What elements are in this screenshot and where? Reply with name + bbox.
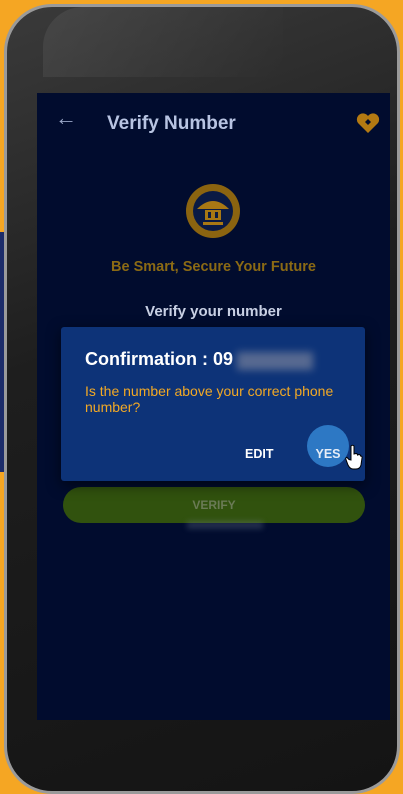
verify-button[interactable]: VERIFY	[63, 487, 365, 523]
dialog-title: Confirmation : 09	[85, 349, 234, 369]
dialog-title-row: Confirmation : 09	[85, 349, 314, 371]
dialog-message: Is the number above your correct phone n…	[85, 383, 334, 415]
confirmation-dialog: Confirmation : 09 Is the number above yo…	[61, 327, 365, 481]
arrow-left-icon[interactable]: ←	[55, 107, 77, 129]
redacted-phone-number	[237, 351, 314, 370]
edit-button[interactable]: EDIT	[245, 447, 273, 461]
heart-icon[interactable]	[355, 111, 381, 135]
tagline: Be Smart, Secure Your Future	[111, 259, 316, 275]
page-title: Verify Number	[107, 113, 236, 134]
yes-button[interactable]: YES	[307, 447, 349, 461]
app-bar: ← Verify Number	[37, 93, 390, 153]
phone-screen: ← Verify Number Be Smart, Secure Your Fu…	[37, 93, 390, 720]
hand-pointer-icon	[345, 444, 363, 470]
blurred-text	[187, 521, 263, 529]
organization-seal-logo	[186, 184, 240, 238]
phone-frame: ← Verify Number Be Smart, Secure Your Fu…	[4, 4, 400, 794]
verify-heading: Verify your number	[145, 303, 282, 320]
